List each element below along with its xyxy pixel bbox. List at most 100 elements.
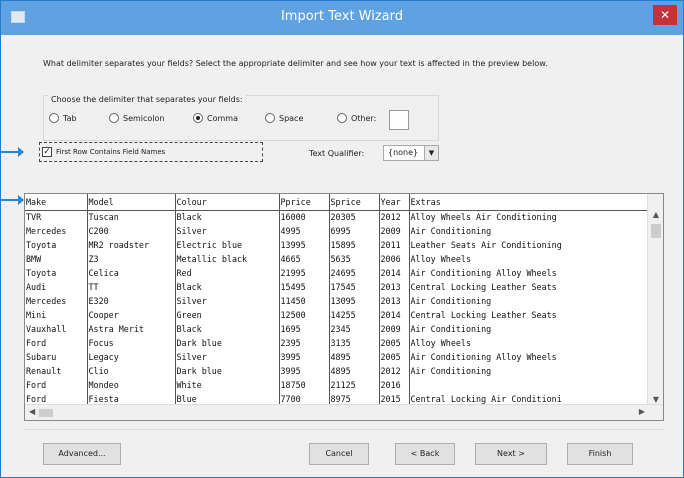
table-cell: Electric blue [174, 238, 279, 252]
header-cell[interactable]: Make [25, 194, 87, 211]
table-cell: 21995 [278, 266, 329, 280]
table-cell: 17545 [328, 280, 379, 294]
table-cell: 13995 [278, 238, 329, 252]
table-cell: 20305 [328, 210, 379, 224]
radio-circle[interactable] [337, 113, 347, 123]
table-cell: 2013 [378, 280, 409, 294]
advanced-button[interactable]: Advanced... [43, 443, 121, 465]
scroll-thumb-horizontal[interactable] [39, 409, 53, 417]
back-button[interactable]: < Back [395, 443, 455, 465]
radio-other[interactable]: Other: [337, 113, 376, 123]
table-cell: C200 [86, 224, 175, 238]
table-cell: 11450 [278, 294, 329, 308]
import-text-wizard-window: Import Text Wizard ✕ What delimiter sepa… [0, 0, 684, 478]
table-row: Mercedes E320 Silver 11450 13095 2013 Air Cond… [25, 294, 649, 308]
table-cell: 4895 [328, 350, 379, 364]
table-cell: Air Conditioning [408, 294, 649, 308]
chevron-down-icon[interactable]: ▼ [424, 146, 438, 160]
table-cell: Silver [174, 350, 279, 364]
table-cell: 2395 [278, 336, 329, 350]
title-bar[interactable]: Import Text Wizard ✕ [1, 1, 683, 35]
table-cell: Toyota [26, 268, 57, 278]
other-delimiter-input[interactable] [389, 110, 409, 130]
table-cell: 18750 [278, 378, 329, 392]
radio-comma[interactable]: Comma [193, 113, 238, 123]
table-cell: 2012 [378, 210, 409, 224]
table-cell: 14255 [328, 308, 379, 322]
text-qualifier-select[interactable]: {none} ▼ [383, 145, 439, 161]
table-cell: BMW [26, 254, 42, 264]
table-cell: Cooper [86, 308, 175, 322]
table-cell: Alloy Wheels Air Conditioning [408, 210, 649, 224]
table-cell: 2016 [378, 378, 409, 392]
table-cell: Metallic black [174, 252, 279, 266]
first-row-field-names[interactable]: ✓ First Row Contains Field Names [39, 142, 263, 162]
cancel-button[interactable]: Cancel [309, 443, 369, 465]
table-cell: 2009 [378, 322, 409, 336]
table-cell: 24695 [328, 266, 379, 280]
close-button[interactable]: ✕ [653, 5, 677, 25]
table-row: Vauxhall Astra Merit Black 1695 2345 2009 Air … [25, 322, 649, 336]
header-cell[interactable]: Year [378, 194, 409, 211]
table-cell: 2011 [378, 238, 409, 252]
table-cell: Toyota [26, 240, 57, 250]
radio-circle[interactable] [109, 113, 119, 123]
first-row-checkbox[interactable]: ✓ [42, 147, 52, 157]
next-button[interactable]: Next > [475, 443, 547, 465]
table-cell: Air Conditioning Alloy Wheels [408, 350, 649, 364]
table-row: Audi TT Black 15495 17545 2013 Central Locking… [25, 280, 649, 294]
table-row: Subaru Legacy Silver 3995 4895 2005 Air Condit… [25, 350, 649, 364]
table-cell: Tuscan [86, 210, 175, 224]
table-cell: Mondeo [86, 378, 175, 392]
preview-grid[interactable]: Make Model Colour Pprice Sprice Year Ext… [24, 193, 664, 421]
table-cell: 3995 [278, 364, 329, 378]
radio-space[interactable]: Space [265, 113, 303, 123]
horizontal-scrollbar[interactable]: ◀ ▶ [25, 404, 663, 420]
radio-circle-selected[interactable] [193, 113, 203, 123]
radio-tab-label: Tab [63, 113, 77, 123]
table-cell: Red [174, 266, 279, 280]
table-cell: 2014 [378, 308, 409, 322]
table-cell: 2012 [378, 364, 409, 378]
table-cell: Silver [174, 224, 279, 238]
table-cell: Green [174, 308, 279, 322]
header-cell[interactable]: Pprice [278, 194, 329, 211]
table-cell: Astra Merit [86, 322, 175, 336]
table-cell: 5635 [328, 252, 379, 266]
annotation-arrow-first-row [1, 147, 24, 157]
table-cell: 2009 [378, 224, 409, 238]
table-cell: Audi [26, 282, 47, 292]
radio-circle[interactable] [265, 113, 275, 123]
scroll-left-icon[interactable]: ◀ [29, 407, 35, 416]
scroll-up-icon[interactable]: ▲ [648, 210, 663, 219]
table-cell: Air Conditioning Alloy Wheels [408, 266, 649, 280]
header-cell[interactable]: Extras [408, 194, 649, 211]
table-row: Toyota Celica Red 21995 24695 2014 Air Conditi… [25, 266, 649, 280]
header-cell[interactable]: Model [86, 194, 175, 211]
radio-tab[interactable]: Tab [49, 113, 77, 123]
radio-space-label: Space [279, 113, 304, 123]
table-cell: Subaru [26, 352, 57, 362]
finish-button[interactable]: Finish [567, 443, 633, 465]
scroll-down-icon[interactable]: ▼ [648, 395, 663, 404]
table-cell: Mini [26, 310, 47, 320]
table-cell: Leather Seats Air Conditioning [408, 238, 649, 252]
vertical-scrollbar[interactable]: ▲ ▼ [647, 194, 663, 406]
table-cell: Black [174, 322, 279, 336]
annotation-arrow-header [1, 195, 24, 205]
scroll-thumb[interactable] [651, 224, 661, 238]
table-cell: Central Locking Leather Seats [408, 308, 649, 322]
header-cell[interactable]: Sprice [328, 194, 379, 211]
table-row: Mercedes C200 Silver 4995 6995 2009 Air Condit… [25, 224, 649, 238]
radio-semicolon[interactable]: Semicolon [109, 113, 165, 123]
footer-divider [24, 429, 664, 430]
table-row: TVR Tuscan Black 16000 20305 2012 Alloy Wheels… [25, 210, 649, 224]
table-cell: Alloy Wheels [408, 336, 649, 350]
table-cell: Clio [86, 364, 175, 378]
table-row: Toyota MR2 roadster Electric blue 13995 1589… [25, 238, 649, 252]
radio-circle[interactable] [49, 113, 59, 123]
scroll-right-icon[interactable]: ▶ [639, 407, 645, 416]
table-row: Renault Clio Dark blue 3995 4895 2012 Air Cond… [25, 364, 649, 378]
header-cell[interactable]: Colour [174, 194, 279, 211]
table-row: Ford Mondeo White 18750 21125 2016 [25, 378, 649, 392]
